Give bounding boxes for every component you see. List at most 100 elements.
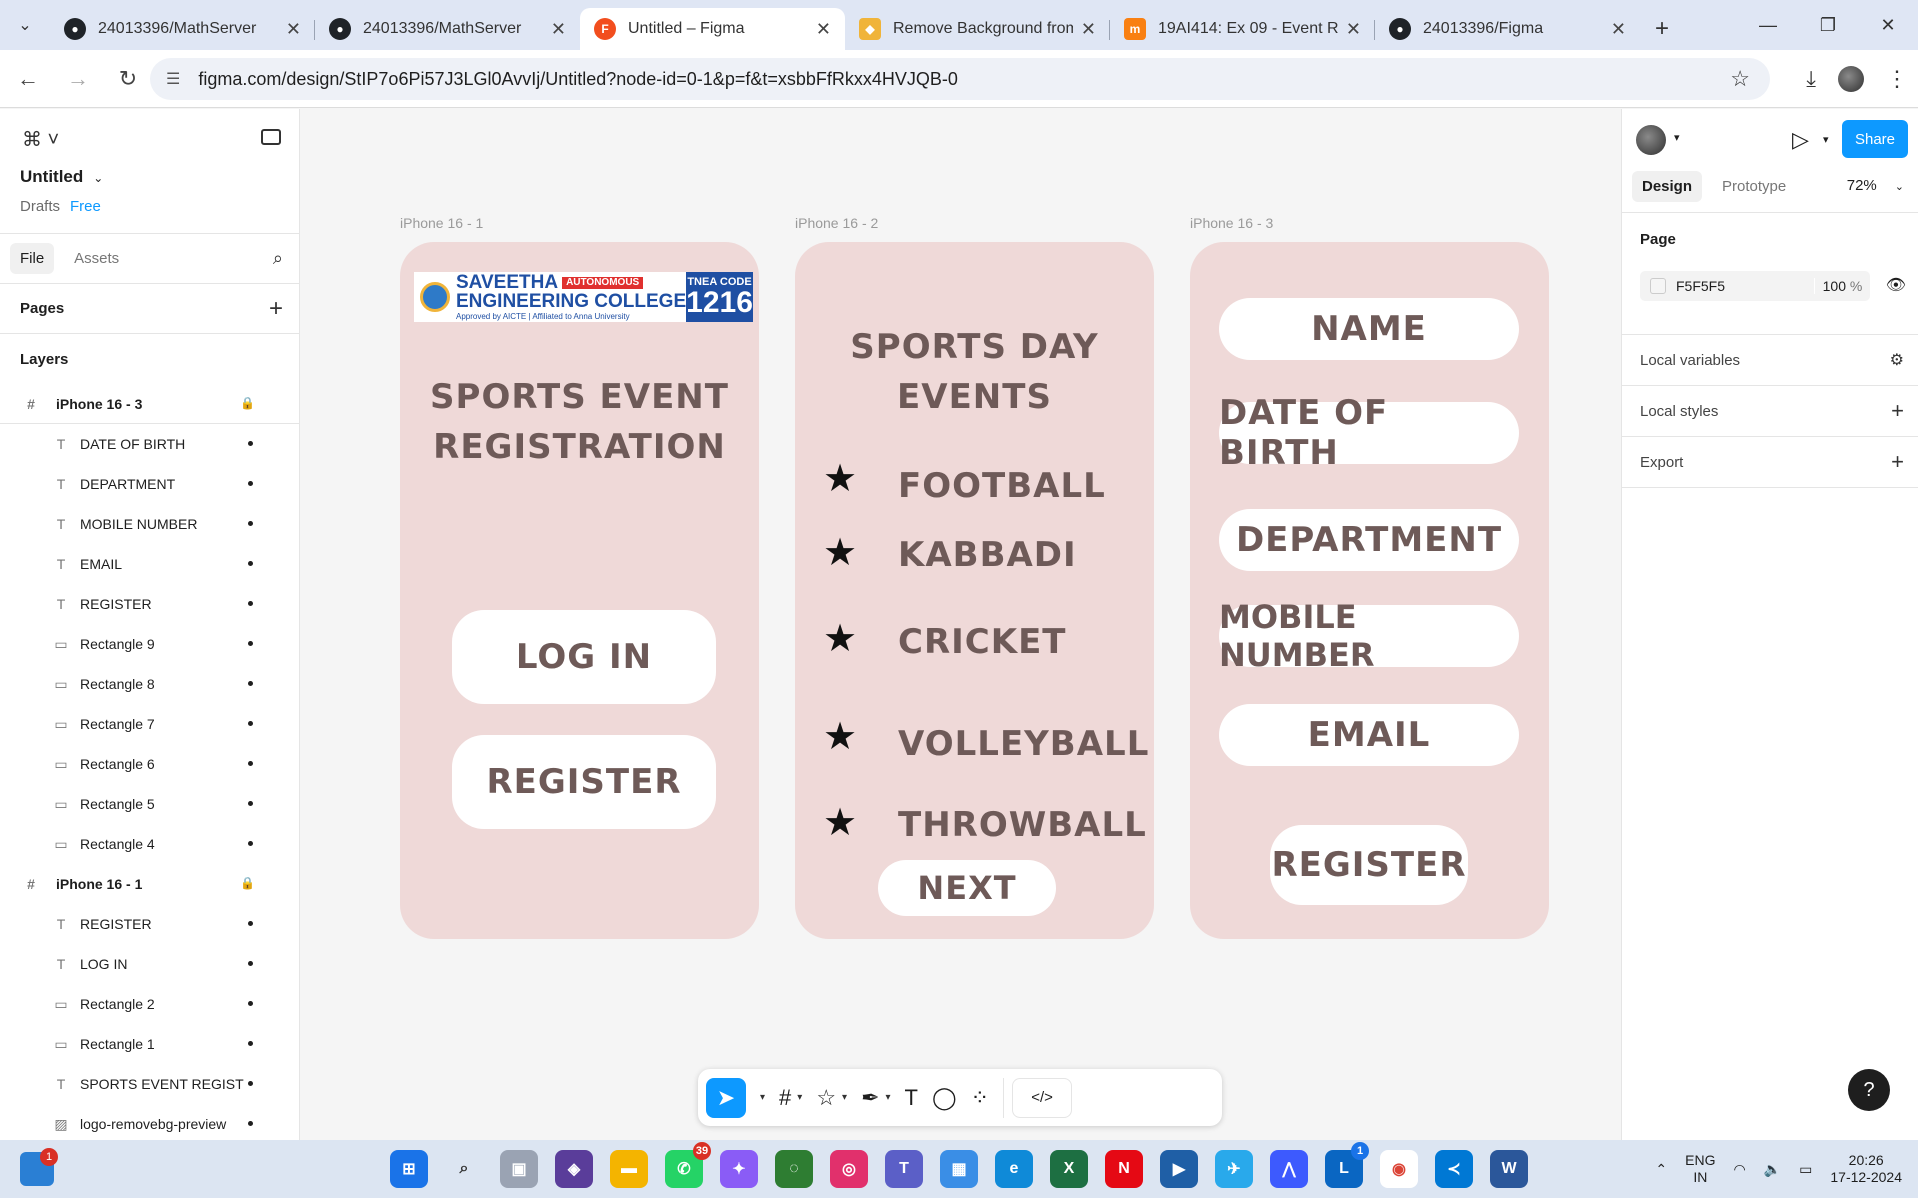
layer-frame[interactable]: # iPhone 16 - 3 🔒 <box>0 384 299 424</box>
reload-icon[interactable]: ↻ <box>106 57 150 101</box>
layer-item[interactable]: T SPORTS EVENT REGIST <box>0 1064 299 1104</box>
canvas[interactable]: iPhone 16 - 1 SAVEETHA AUTONOMOUS ENGINEE… <box>301 109 1621 1140</box>
name-field[interactable]: NAME <box>1219 298 1519 360</box>
new-tab-icon[interactable]: + <box>1640 8 1684 50</box>
tab-search-icon[interactable]: ⌄ <box>0 0 50 50</box>
store-icon[interactable]: ▦ <box>940 1150 978 1188</box>
more-menu-icon[interactable]: ⋮ <box>1886 66 1908 92</box>
login-button[interactable]: LOG IN <box>452 610 716 704</box>
layer-item[interactable]: ▭ Rectangle 4 <box>0 824 299 864</box>
restore-icon[interactable]: ❐ <box>1798 0 1858 50</box>
chevron-down-icon[interactable]: ▾ <box>1674 131 1680 144</box>
shape-tool-icon[interactable]: ☆ ▾ <box>810 1078 853 1118</box>
chevron-down-icon[interactable]: ▾ <box>1823 133 1829 146</box>
minimize-icon[interactable]: — <box>1738 0 1798 50</box>
move-tool-icon[interactable]: ➤ <box>706 1077 746 1118</box>
frame-label[interactable]: iPhone 16 - 3 <box>1190 215 1273 231</box>
close-window-icon[interactable]: ✕ <box>1858 0 1918 50</box>
file-explorer-icon[interactable]: ▬ <box>610 1150 648 1188</box>
local-variables-row[interactable]: Local variables ⚙ <box>1622 335 1918 386</box>
email-field[interactable]: EMAIL <box>1219 704 1519 766</box>
comment-tool-icon[interactable]: ◯ <box>926 1078 963 1118</box>
chevron-up-icon[interactable]: ⌃ <box>1655 1161 1667 1178</box>
color-swatch[interactable] <box>1650 278 1666 294</box>
layer-frame[interactable]: # iPhone 16 - 1 🔒 <box>0 864 299 904</box>
help-icon[interactable]: ? <box>1848 1069 1890 1111</box>
browser-tab[interactable]: ● 24013396/MathServer ✕ <box>315 8 580 50</box>
department-field[interactable]: DEPARTMENT <box>1219 509 1519 571</box>
share-button[interactable]: Share <box>1842 120 1908 158</box>
forward-icon[interactable]: → <box>56 57 100 101</box>
bookmark-star-icon[interactable]: ☆ <box>1730 68 1750 90</box>
browser-tab[interactable]: ● 24013396/Figma ✕ <box>1375 8 1640 50</box>
teams-icon[interactable]: T <box>885 1150 923 1188</box>
edge-icon[interactable]: e <box>995 1150 1033 1188</box>
layer-item[interactable]: ▭ Rectangle 1 <box>0 1024 299 1064</box>
layer-item[interactable]: ▭ Rectangle 5 <box>0 784 299 824</box>
text-tool-icon[interactable]: T <box>899 1078 924 1118</box>
layer-item[interactable]: T LOG IN <box>0 944 299 984</box>
chrome-icon[interactable]: ◉ <box>1380 1150 1418 1188</box>
opacity-field[interactable]: 100 % <box>1814 278 1870 294</box>
game-app-icon[interactable]: ◈ <box>555 1150 593 1188</box>
download-icon[interactable]: ⤓ <box>1806 66 1816 92</box>
tab-file[interactable]: File <box>10 243 55 274</box>
vscode-icon[interactable]: ≺ <box>1435 1150 1473 1188</box>
layer-item[interactable]: T DEPARTMENT <box>0 464 299 504</box>
search-icon[interactable]: ⌕ <box>273 248 283 269</box>
word-icon[interactable]: W <box>1490 1150 1528 1188</box>
frame-label[interactable]: iPhone 16 - 2 <box>795 215 878 231</box>
l-app-icon[interactable]: L 1 <box>1325 1142 1369 1188</box>
next-button[interactable]: NEXT <box>878 860 1056 916</box>
add-style-icon[interactable]: + <box>1891 398 1904 424</box>
excel-icon[interactable]: X <box>1050 1150 1088 1188</box>
frame-label[interactable]: iPhone 16 - 1 <box>400 215 483 231</box>
close-icon[interactable]: ✕ <box>286 19 301 40</box>
browser-tab[interactable]: m 19AI414: Ex 09 - Event Reg ✕ <box>1110 8 1375 50</box>
pen-tool-icon[interactable]: ✒ ▾ <box>855 1078 896 1118</box>
sidebar-toggle-icon[interactable] <box>261 129 281 145</box>
clock[interactable]: 20:26 17-12-2024 <box>1830 1152 1902 1187</box>
frame-tool-icon[interactable]: # ▾ <box>773 1078 808 1118</box>
close-icon[interactable]: ✕ <box>551 19 566 40</box>
register-button[interactable]: REGISTER <box>1270 825 1468 905</box>
dev-mode-icon[interactable]: </> <box>1012 1077 1073 1118</box>
netflix-icon[interactable]: N <box>1105 1150 1143 1188</box>
layer-item[interactable]: ▭ Rectangle 2 <box>0 984 299 1024</box>
layer-item[interactable]: ▭ Rectangle 9 <box>0 624 299 664</box>
present-play-icon[interactable]: ▷ <box>1792 127 1809 153</box>
layer-item[interactable]: T REGISTER <box>0 584 299 624</box>
browser-tab[interactable]: ◆ Remove Background from ✕ <box>845 8 1110 50</box>
lock-icon[interactable]: 🔒 <box>240 396 255 410</box>
volume-icon[interactable]: 🔈 <box>1764 1161 1781 1178</box>
tab-prototype[interactable]: Prototype <box>1712 171 1796 202</box>
site-info-icon[interactable]: ☰ <box>166 69 180 89</box>
page-color-field[interactable]: F5F5F5 100 % <box>1640 271 1870 301</box>
layer-item[interactable]: ▭ Rectangle 8 <box>0 664 299 704</box>
circle-app-icon[interactable]: ◌ <box>775 1150 813 1188</box>
search-icon[interactable]: ⌕ <box>445 1150 483 1188</box>
layer-item[interactable]: ▨ logo-removebg-preview <box>0 1104 299 1140</box>
move-tool-menu-chevron-down-icon[interactable]: ▾ <box>748 1078 771 1118</box>
battery-icon[interactable]: ▭ <box>1799 1161 1812 1178</box>
local-styles-row[interactable]: Local styles + <box>1622 386 1918 437</box>
lock-icon[interactable]: 🔒 <box>240 876 255 890</box>
prime-video-icon[interactable]: ▶ <box>1160 1150 1198 1188</box>
iphone-frame-2[interactable]: SPORTS DAY EVENTS ★ FOOTBALL ★ KABBADI ★… <box>795 242 1154 939</box>
whatsapp-icon[interactable]: ✆ 39 <box>665 1142 711 1188</box>
dob-field[interactable]: DATE OF BIRTH <box>1219 393 1519 473</box>
export-row[interactable]: Export + <box>1622 437 1918 488</box>
add-export-icon[interactable]: + <box>1891 449 1904 475</box>
layer-item[interactable]: T DATE OF BIRTH <box>0 424 299 464</box>
copilot-icon[interactable]: ✦ <box>720 1150 758 1188</box>
iphone-frame-1[interactable]: SAVEETHA AUTONOMOUS ENGINEERING COLLEGE A… <box>400 242 759 939</box>
file-title[interactable]: Untitled ⌄ <box>20 167 103 187</box>
variables-settings-icon[interactable]: ⚙ <box>1890 350 1904 370</box>
close-icon[interactable]: ✕ <box>1346 19 1361 40</box>
close-icon[interactable]: ✕ <box>1081 19 1096 40</box>
telegram-icon[interactable]: ✈ <box>1215 1150 1253 1188</box>
browser-tab-active[interactable]: F Untitled – Figma ✕ <box>580 8 845 50</box>
zoom-dropdown[interactable]: 72% ⌄ <box>1847 177 1904 194</box>
profile-avatar[interactable] <box>1838 66 1864 92</box>
task-view-icon[interactable]: ▣ <box>500 1150 538 1188</box>
